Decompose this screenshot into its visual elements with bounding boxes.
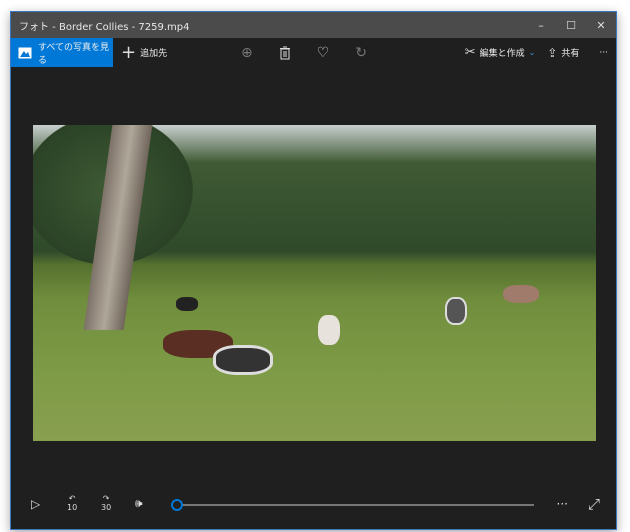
toolbar: すべての写真を見る + 追加先 ⊕ ♡ ↻ ✂ 編集と作成 ⌄ ⇪ 共有 ··· — [11, 38, 616, 67]
skip-back-label: 10 — [67, 503, 78, 512]
more-button[interactable]: ··· — [599, 48, 608, 58]
title-bar: フォト - Border Collies - 7259.mp4 – ☐ ✕ — [11, 12, 616, 38]
fullscreen-icon[interactable]: ⤢ — [588, 495, 600, 513]
add-to-button[interactable]: + 追加先 — [121, 42, 167, 63]
dog — [213, 345, 273, 375]
skip-forward-button[interactable]: ↷ 30 — [101, 494, 111, 512]
edit-tools-icon: ✂ — [464, 45, 476, 60]
edit-create-label: 編集と作成 — [479, 49, 525, 59]
share-button[interactable]: ⇪ 共有 — [547, 46, 579, 60]
add-to-label: 追加先 — [140, 49, 168, 59]
share-label: 共有 — [561, 49, 580, 59]
plus-icon: + — [121, 42, 137, 63]
play-icon[interactable]: ▷ — [31, 497, 40, 511]
share-icon: ⇪ — [547, 45, 558, 60]
all-photos-button[interactable]: すべての写真を見る — [11, 38, 113, 67]
minimize-button[interactable]: – — [526, 19, 556, 32]
image-icon — [18, 47, 32, 59]
dog — [445, 297, 467, 325]
maximize-button[interactable]: ☐ — [556, 19, 586, 32]
chevron-down-icon: ⌄ — [528, 48, 536, 57]
player-controls: ▷ ↶ 10 ↷ 30 🕪 ··· ⤢ — [11, 491, 616, 519]
delete-icon[interactable] — [279, 45, 291, 61]
seek-bar[interactable] — [177, 504, 534, 506]
player-more-button[interactable]: ··· — [557, 497, 568, 511]
photos-window: フォト - Border Collies - 7259.mp4 – ☐ ✕ すべ… — [10, 11, 617, 530]
dog — [176, 297, 198, 311]
close-button[interactable]: ✕ — [586, 19, 616, 32]
all-photos-label: すべての写真を見る — [38, 42, 110, 66]
volume-icon[interactable]: 🕪 — [135, 496, 143, 511]
edit-create-button[interactable]: ✂ 編集と作成 ⌄ — [465, 45, 536, 60]
video-frame[interactable] — [33, 125, 596, 441]
skip-forward-label: 30 — [101, 503, 112, 512]
rotate-icon[interactable]: ↻ — [355, 45, 367, 61]
zoom-in-icon[interactable]: ⊕ — [241, 45, 253, 61]
window-title: フォト - Border Collies - 7259.mp4 — [19, 21, 190, 33]
dog — [503, 285, 539, 303]
skip-back-button[interactable]: ↶ 10 — [67, 494, 77, 512]
dog — [318, 315, 340, 345]
heart-icon[interactable]: ♡ — [317, 45, 330, 61]
seek-thumb[interactable] — [171, 499, 183, 511]
